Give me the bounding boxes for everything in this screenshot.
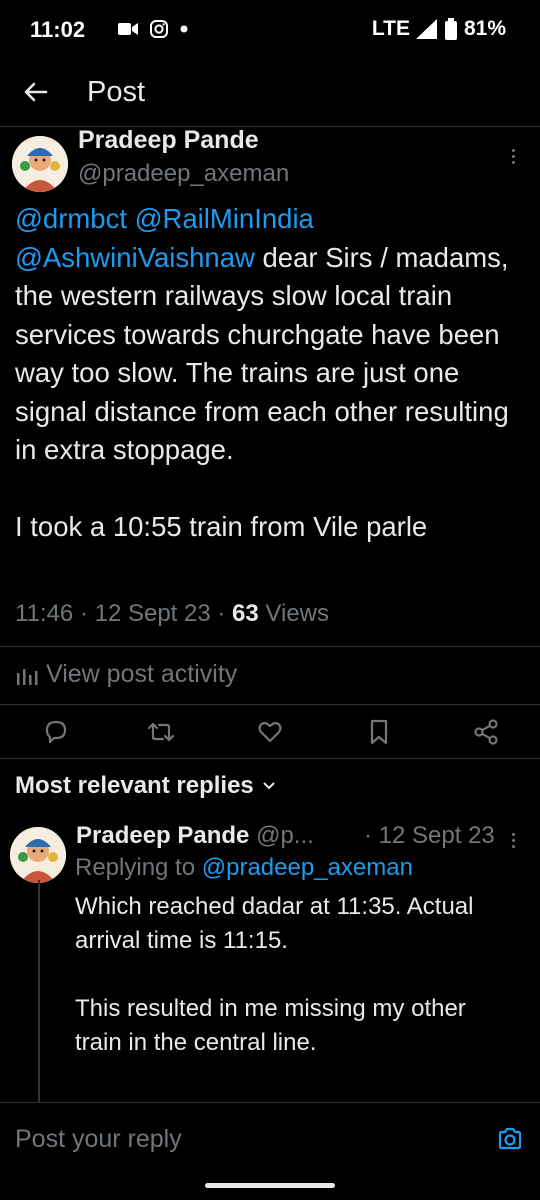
replying-label: Replying to xyxy=(75,854,196,881)
video-camera-icon xyxy=(118,23,138,35)
battery-icon xyxy=(444,18,457,40)
mention-link[interactable]: @RailMinIndia xyxy=(135,203,314,234)
status-right: LTE 81% xyxy=(372,17,506,41)
post-body: dear Sirs / madams, the western railways… xyxy=(15,241,509,543)
network-label: LTE xyxy=(371,17,410,40)
reply-composer[interactable]: Post your reply xyxy=(0,1102,540,1177)
reply-icon[interactable] xyxy=(42,718,70,746)
post-action-bar xyxy=(0,708,540,758)
replying-handle-link[interactable]: @pradeep_axeman xyxy=(202,854,413,881)
author-handle[interactable]: @pradeep_axeman xyxy=(78,160,289,188)
reply-author-handle: @p... xyxy=(256,822,314,849)
post-time: 11:46 xyxy=(15,600,74,627)
reply-text: Which reached dadar at 11:35. Actual arr… xyxy=(75,893,474,1056)
thread-line xyxy=(38,880,40,1105)
share-icon[interactable] xyxy=(472,718,500,746)
more-options-icon[interactable] xyxy=(512,146,518,167)
app-bar: Post xyxy=(0,62,540,127)
avatar-illustration xyxy=(12,136,68,192)
author-avatar[interactable] xyxy=(12,136,68,192)
divider xyxy=(0,704,540,705)
analytics-icon xyxy=(17,668,38,685)
reply-author[interactable]: Pradeep Pande @p... xyxy=(76,822,314,850)
views-count: 63 xyxy=(232,600,259,627)
chevron-down-icon xyxy=(263,782,275,790)
home-indicator[interactable] xyxy=(205,1183,335,1188)
reply-author-name: Pradeep Pande xyxy=(76,822,250,849)
status-time: 11:02 xyxy=(30,17,86,42)
post-text: @drmbct @RailMinIndia @AshwiniVaishnaw d… xyxy=(15,200,530,547)
camera-icon[interactable] xyxy=(496,1125,524,1153)
arrow-left-icon[interactable] xyxy=(20,76,52,108)
status-bar: 11:02 LTE 81% xyxy=(0,0,540,62)
replies-header: Most relevant replies xyxy=(15,772,254,799)
mention-link[interactable]: @drmbct xyxy=(15,203,127,234)
divider xyxy=(0,646,540,647)
mention-link[interactable]: @AshwiniVaishnaw xyxy=(15,242,255,273)
status-notification-icons xyxy=(118,20,188,38)
page-title: Post xyxy=(87,76,146,108)
post-meta: 11:46 · 12 Sept 23 · 63 Views xyxy=(15,600,330,627)
instagram-icon xyxy=(150,20,168,38)
views-label: Views xyxy=(265,600,330,627)
author-name[interactable]: Pradeep Pande xyxy=(78,126,259,155)
divider xyxy=(0,758,540,759)
activity-label: View post activity xyxy=(46,660,238,688)
reply-author-avatar[interactable] xyxy=(10,827,66,883)
reply-input-placeholder[interactable]: Post your reply xyxy=(15,1125,182,1154)
battery-label: 81% xyxy=(463,17,506,40)
avatar-illustration xyxy=(10,827,66,883)
post-date: 12 Sept 23 xyxy=(94,600,211,627)
heart-icon[interactable] xyxy=(256,718,284,746)
replies-sort-dropdown[interactable]: Most relevant replies xyxy=(15,772,276,800)
view-post-activity-link[interactable]: View post activity xyxy=(16,660,237,689)
replying-to: Replying to @pradeep_axeman xyxy=(75,854,413,882)
repost-icon[interactable] xyxy=(147,718,175,746)
more-options-icon[interactable] xyxy=(512,830,518,851)
signal-icon xyxy=(415,19,437,39)
dot-icon xyxy=(180,25,188,33)
reply-date: · 12 Sept 23 xyxy=(364,822,495,849)
bookmark-icon[interactable] xyxy=(365,718,393,746)
